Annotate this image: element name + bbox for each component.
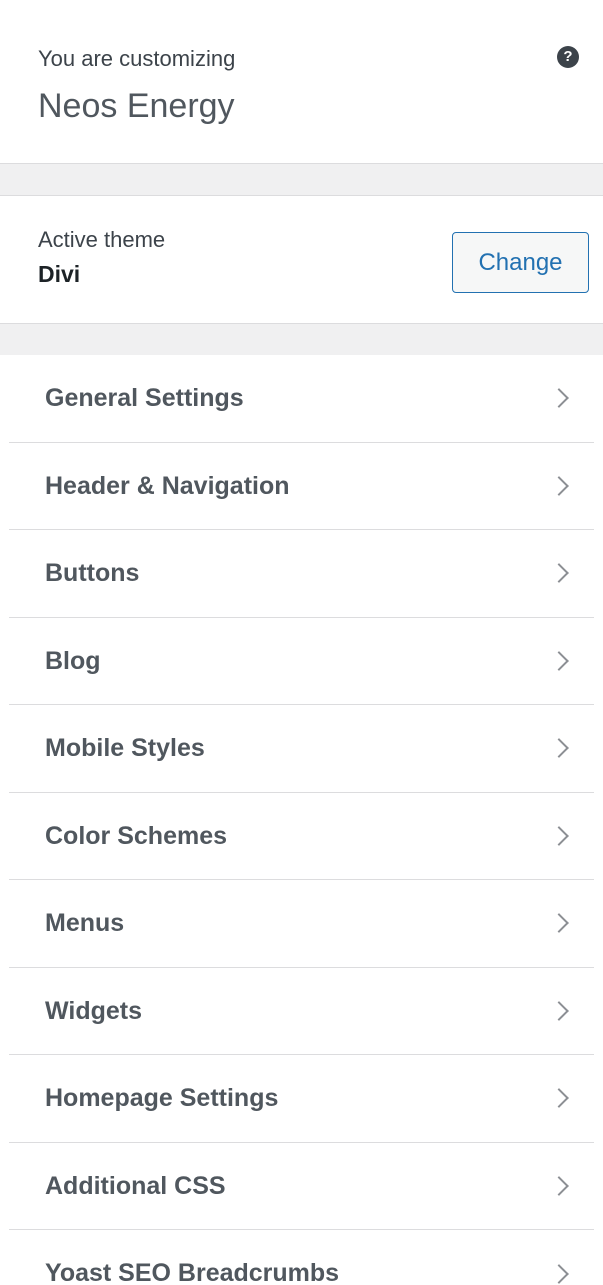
chevron-right-icon [549,1175,569,1196]
chevron-right-icon [549,1000,569,1021]
chevron-right-icon [549,388,569,409]
section-blog[interactable]: Blog [9,618,594,705]
section-label: Yoast SEO Breadcrumbs [45,1259,340,1285]
section-label: Widgets [45,996,142,1025]
chevron-right-icon [549,475,569,496]
section-separator [0,163,603,196]
section-label: Additional CSS [45,1171,226,1200]
change-theme-button[interactable]: Change [452,232,589,293]
section-mobile-styles[interactable]: Mobile Styles [9,705,594,793]
chevron-right-icon [549,913,569,934]
customizer-sections-list: General Settings Header & Navigation But… [0,355,603,1285]
section-label: Header & Navigation [45,471,290,500]
section-label: Blog [45,646,101,675]
chevron-right-icon [549,1088,569,1109]
section-label: General Settings [45,384,244,412]
chevron-right-icon [549,650,569,671]
site-title: Neos Energy [38,87,235,125]
chevron-right-icon [549,1263,569,1284]
section-buttons[interactable]: Buttons [9,530,594,618]
section-label: Mobile Styles [45,734,205,762]
section-separator [0,323,603,355]
section-widgets[interactable]: Widgets [9,968,594,1055]
section-additional-css[interactable]: Additional CSS [9,1143,594,1230]
chevron-right-icon [549,563,569,584]
help-icon[interactable]: ? [557,46,579,68]
section-header-navigation[interactable]: Header & Navigation [9,443,594,530]
customizing-label: You are customizing [38,46,236,71]
section-label: Color Schemes [45,821,228,850]
customizer-info-header: You are customizing Neos Energy ? [0,0,603,163]
section-color-schemes[interactable]: Color Schemes [9,793,594,880]
section-menus[interactable]: Menus [9,880,594,968]
section-homepage-settings[interactable]: Homepage Settings [9,1055,594,1143]
section-label: Menus [45,909,125,937]
section-yoast-seo-breadcrumbs[interactable]: Yoast SEO Breadcrumbs [9,1230,594,1285]
section-general-settings[interactable]: General Settings [9,355,594,443]
chevron-right-icon [549,825,569,846]
chevron-right-icon [549,738,569,759]
section-label: Homepage Settings [45,1084,279,1112]
section-label: Buttons [45,559,140,587]
active-theme-section: Active theme Divi Change [0,196,603,323]
customizer-panel: You are customizing Neos Energy ? Active… [0,0,603,1285]
